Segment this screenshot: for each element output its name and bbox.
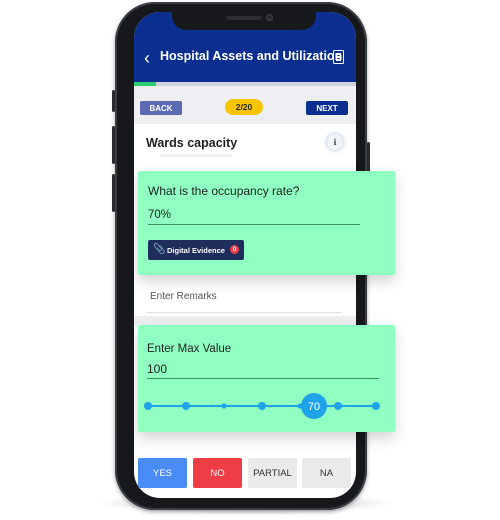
digital-evidence-button[interactable]: 📎 Digital Evidence 0	[148, 240, 244, 260]
info-icon[interactable]: i	[327, 134, 343, 150]
page-indicator: 2/20	[225, 99, 263, 115]
back-button[interactable]: BACK	[140, 101, 182, 115]
na-button[interactable]: NA	[302, 458, 351, 488]
max-value-underline	[147, 378, 379, 379]
slider-tick	[182, 402, 190, 410]
phone-mute-switch	[112, 90, 115, 112]
phone-notch	[172, 10, 316, 30]
phone-speaker	[226, 16, 262, 20]
section-title: Wards capacity	[146, 136, 238, 150]
navigation-row: BACK 2/20 NEXT	[134, 86, 356, 124]
paperclip-icon: 📎	[153, 244, 166, 255]
max-value-label: Enter Max Value	[147, 343, 232, 355]
partial-button[interactable]: PARTIAL	[248, 458, 297, 488]
question-card: What is the occupancy rate? 70% 📎 Digita…	[138, 171, 395, 275]
slider-value: 70	[308, 401, 320, 413]
yes-button[interactable]: YES	[138, 458, 187, 488]
slider-tick	[334, 402, 342, 410]
slider-tick	[372, 402, 380, 410]
value-slider[interactable]: 70	[138, 389, 395, 423]
slider-tick	[221, 403, 227, 409]
remarks-underline	[146, 312, 342, 313]
section-underline	[160, 154, 232, 157]
question-text: What is the occupancy rate?	[148, 184, 300, 198]
page-title: Hospital Assets and Utilization	[160, 49, 343, 63]
answer-underline	[148, 224, 360, 225]
document-icon[interactable]	[333, 50, 344, 64]
next-button[interactable]: NEXT	[306, 101, 348, 115]
phone-camera	[266, 14, 273, 21]
slider-tick	[144, 402, 152, 410]
slider-tick	[258, 402, 266, 410]
digital-evidence-label: Digital Evidence	[167, 246, 225, 255]
max-value-card: Enter Max Value 100 70	[138, 325, 395, 432]
evidence-count-badge: 0	[230, 245, 239, 254]
chevron-left-icon[interactable]: ‹	[144, 49, 150, 67]
max-value-input[interactable]: 100	[147, 362, 167, 376]
phone-volume-down	[112, 174, 115, 212]
answer-input[interactable]: 70%	[148, 209, 171, 221]
no-button[interactable]: NO	[193, 458, 242, 488]
answer-buttons: YES NO PARTIAL NA	[138, 458, 352, 488]
remarks-field[interactable]: Enter Remarks	[150, 291, 217, 302]
phone-volume-up	[112, 126, 115, 164]
